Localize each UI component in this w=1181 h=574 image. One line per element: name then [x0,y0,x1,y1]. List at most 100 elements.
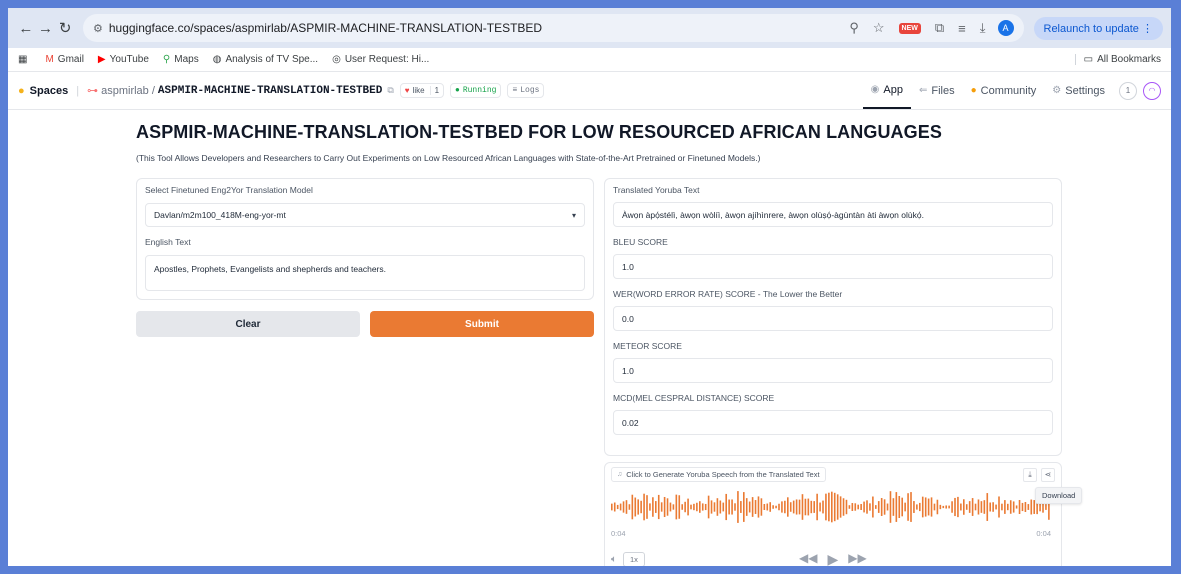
rewind-icon[interactable]: ◀◀ [799,551,817,566]
waveform-bar [801,494,804,520]
translated-output[interactable]: Àwọn àpọ́stélì, àwọn wòlíì, àwọn ajíhìnr… [613,202,1053,227]
extensions-icon[interactable]: ⧉ [935,20,944,36]
download-icon[interactable]: ⤓ [1023,467,1037,482]
tab-files[interactable]: ⇐ Files [911,72,963,109]
notification-badge[interactable]: 1 [1119,81,1137,100]
waveform-bar [731,499,733,515]
copy-icon[interactable]: ⧉ [387,85,393,96]
waveform-bar [810,500,813,514]
browser-window: ← → ↻ ⚙ huggingface.co/spaces/aspmirlab/… [8,8,1171,566]
audio-waveform[interactable] [611,489,1051,525]
waveform-bar [684,501,686,513]
audio-label-text: Click to Generate Yoruba Speech from the… [626,470,820,479]
waveform-bar [792,500,795,514]
profile-avatar[interactable]: A [997,20,1014,36]
bookmark-gmail[interactable]: M Gmail [45,54,83,65]
tab-community[interactable]: ● Community [963,72,1045,109]
fast-forward-icon[interactable]: ▶▶ [848,551,866,566]
address-bar[interactable]: ⚙ huggingface.co/spaces/aspmirlab/ASPMIR… [82,14,1024,42]
bookmark-analysis[interactable]: ◍ Analysis of TV Spe... [213,54,318,65]
waveform-bar [965,504,968,510]
relaunch-button[interactable]: Relaunch to update ⋮ [1033,16,1163,40]
like-count: 1 [429,86,439,95]
all-bookmarks[interactable]: ▭ All Bookmarks [1074,54,1161,65]
waveform-bar [657,494,660,520]
waveform-bar [916,504,918,510]
waveform-bar [831,491,833,523]
bookmark-star-icon[interactable]: ☆ [873,20,885,36]
globe-icon: ◍ [212,54,222,65]
spaces-label: Spaces [29,84,69,97]
playback-speed-button[interactable]: 1x [623,551,645,566]
bookmark-youtube[interactable]: ▶ YouTube [98,54,149,65]
waveform-bar [1030,499,1033,515]
time-total: 0:04 [1036,529,1051,538]
wer-label: WER(WORD ERROR RATE) SCORE - The Lower t… [613,289,843,299]
apps-icon[interactable]: ▦ [18,54,31,65]
waveform-bar [913,501,915,513]
waveform-bar [816,493,818,521]
waveform-bar [690,504,692,510]
running-status[interactable]: ● Running [450,83,502,98]
download-icon[interactable]: ⤓ [980,20,986,36]
waveform-bar [672,504,675,510]
wer-output[interactable]: 0.0 [613,306,1053,331]
user-avatar[interactable]: ◠ [1143,81,1161,100]
music-note-icon: ♫ [617,471,623,478]
waveform-bar [643,493,645,521]
tab-label: Community [980,84,1037,97]
tab-app[interactable]: ◉ App [862,72,911,109]
waveform-bar [781,501,783,513]
new-badge[interactable]: NEW [898,22,921,34]
waveform-bar [813,501,816,513]
spaces-link[interactable]: ● Spaces [18,85,68,97]
clear-button[interactable]: Clear [136,311,360,337]
waveform-bar [836,494,839,520]
reload-icon[interactable]: ↻ [55,17,75,39]
bookmark-maps[interactable]: ⚲ Maps [163,54,199,65]
meteor-output[interactable]: 1.0 [613,358,1053,383]
waveform-bar [804,498,807,516]
bookmark-label: Gmail [57,54,84,65]
english-text-input[interactable]: Apostles, Prophets, Evangelists and shep… [145,255,585,291]
waveform-bar [933,503,936,511]
url-text[interactable]: huggingface.co/spaces/aspmirlab/ASPMIR-M… [109,21,835,35]
waveform-bar [693,503,695,511]
media-icon[interactable]: ≡ [958,21,966,36]
space-owner[interactable]: ⊶ aspmirlab / [87,84,155,97]
bookmark-user-request[interactable]: ◎ User Request: Hi... [332,54,429,65]
waveform-bar [719,500,722,514]
back-icon[interactable]: ← [16,17,36,39]
translated-field: Translated Yoruba Text Àwọn àpọ́stélì, à… [613,185,1053,227]
waveform-bar [751,497,754,517]
owner-avatar-icon: ⊶ [87,85,99,97]
model-dropdown[interactable]: Davlan/m2m100_418M-eng-yor-mt ▾ [145,203,585,227]
submit-button[interactable]: Submit [370,311,594,337]
settings-gear-icon: ⚙ [1052,85,1062,96]
action-buttons: Clear Submit [136,311,594,337]
app-icon: ◉ [870,84,880,95]
playback-buttons: ◀◀ ▶ ▶▶ [799,551,867,566]
tab-settings[interactable]: ⚙ Settings [1044,72,1113,109]
space-repo-name[interactable]: ASPMIR-MACHINE-TRANSLATION-TESTBED [158,85,382,97]
bleu-output[interactable]: 1.0 [613,254,1053,279]
space-tabs: ◉ App ⇐ Files ● Community ⚙ Settings 1 ◠ [862,72,1161,109]
waveform-bar [1004,500,1006,514]
share-icon[interactable]: ⋖ [1041,467,1055,482]
waveform-bar [710,500,713,514]
site-settings-icon[interactable]: ⚙ [93,22,103,35]
play-icon[interactable]: ▶ [827,551,838,566]
hf-space-header: ● Spaces | ⊶ aspmirlab / ASPMIR-MACHINE-T… [8,72,1171,110]
waveform-bar [1027,504,1030,510]
like-button[interactable]: ♥ like 1 [399,83,445,98]
waveform-bar [1001,503,1003,511]
waveform-bar [963,499,965,515]
forward-icon[interactable]: → [36,17,56,39]
volume-icon[interactable]: 🔈︎ [611,554,617,565]
zoom-icon[interactable]: ⚲ [849,20,859,36]
mcd-output[interactable]: 0.02 [613,410,1053,435]
logs-button[interactable]: ≡ Logs [507,83,545,98]
logs-label: Logs [520,86,540,95]
bookmark-label: Analysis of TV Spe... [225,54,319,65]
waveform-bar [948,505,950,509]
